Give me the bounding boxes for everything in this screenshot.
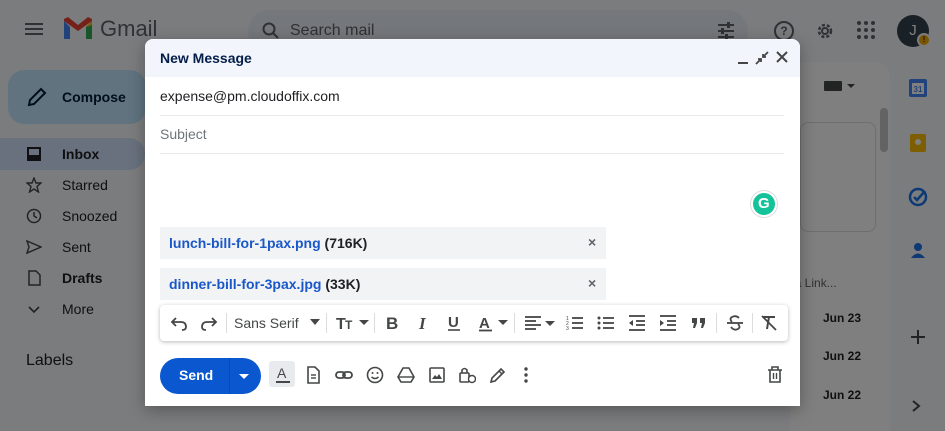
confidential-mode-icon[interactable] — [458, 366, 476, 384]
bold-icon[interactable]: B — [384, 314, 400, 332]
toolbar-divider — [226, 313, 227, 333]
minimize-icon[interactable] — [737, 51, 749, 65]
compose-title: New Message — [160, 50, 252, 66]
formatting-options-icon[interactable]: A — [275, 366, 291, 384]
toolbar-divider — [752, 313, 753, 333]
toolbar-divider — [514, 313, 515, 333]
toolbar-divider — [374, 313, 375, 333]
svg-text:T: T — [345, 318, 353, 332]
attachment-size: (33K) — [325, 276, 361, 292]
attach-file-icon[interactable] — [305, 366, 321, 384]
numbered-list-icon[interactable]: 123 — [566, 314, 584, 332]
subject-field[interactable]: Subject — [160, 126, 207, 142]
font-family-select[interactable]: Sans Serif — [234, 315, 299, 331]
attachment-name[interactable]: lunch-bill-for-1pax.png (716K) — [169, 235, 367, 251]
toolbar-divider — [716, 313, 717, 333]
formatting-toolbar: Sans Serif TT B I U A 123 — [160, 305, 788, 341]
remove-attachment-icon[interactable]: × — [588, 234, 596, 250]
more-options-icon[interactable] — [523, 366, 529, 384]
attachment-name[interactable]: dinner-bill-for-3pax.jpg (33K) — [169, 276, 360, 292]
exit-fullscreen-icon[interactable] — [755, 51, 769, 65]
svg-text:I: I — [418, 314, 427, 332]
google-drive-icon[interactable] — [397, 366, 415, 384]
font-size-icon[interactable]: TT — [336, 314, 370, 332]
emoji-icon[interactable] — [366, 366, 384, 384]
attachment-filename: lunch-bill-for-1pax.png — [169, 235, 321, 251]
indent-more-icon[interactable] — [659, 314, 677, 332]
text-color-icon[interactable]: A — [478, 314, 510, 332]
remove-formatting-icon[interactable] — [760, 314, 778, 332]
align-icon[interactable] — [524, 314, 556, 332]
compose-header[interactable]: New Message — [145, 39, 800, 77]
undo-icon[interactable] — [170, 314, 188, 332]
trash-icon[interactable] — [767, 366, 783, 384]
caret-down-icon[interactable] — [310, 319, 320, 325]
redo-icon[interactable] — [200, 314, 218, 332]
send-divider — [229, 358, 230, 394]
bulleted-list-icon[interactable] — [597, 314, 615, 332]
svg-text:3: 3 — [566, 326, 569, 332]
send-button[interactable]: Send — [160, 358, 261, 394]
italic-icon[interactable]: I — [416, 314, 432, 332]
toolbar-divider — [326, 313, 327, 333]
svg-text:B: B — [386, 314, 398, 332]
grammarly-icon[interactable]: G — [751, 191, 777, 217]
compose-window: New Message expense@pm.cloudoffix.com Su… — [145, 39, 800, 406]
quote-icon[interactable] — [690, 314, 708, 332]
divider — [160, 153, 784, 154]
attachment-size: (716K) — [324, 235, 368, 251]
divider — [160, 115, 784, 116]
indent-less-icon[interactable] — [628, 314, 646, 332]
attachment-chip[interactable]: dinner-bill-for-3pax.jpg (33K) × — [160, 268, 606, 300]
attachment-chip[interactable]: lunch-bill-for-1pax.png (716K) × — [160, 227, 606, 259]
attachment-filename: dinner-bill-for-3pax.jpg — [169, 276, 322, 292]
close-icon[interactable] — [776, 51, 788, 63]
remove-attachment-icon[interactable]: × — [588, 275, 596, 291]
signature-pen-icon[interactable] — [489, 366, 507, 384]
strikethrough-icon[interactable] — [726, 314, 744, 332]
svg-text:A: A — [479, 315, 490, 332]
svg-text:U: U — [448, 314, 459, 331]
underline-icon[interactable]: U — [446, 314, 462, 332]
insert-link-icon[interactable] — [335, 366, 353, 384]
recipient-field[interactable]: expense@pm.cloudoffix.com — [160, 88, 340, 104]
insert-photo-icon[interactable] — [428, 366, 446, 384]
grammarly-letter: G — [758, 195, 770, 212]
send-label: Send — [179, 367, 214, 383]
svg-text:A: A — [277, 366, 287, 381]
schedule-send-chevron-icon[interactable] — [239, 374, 249, 379]
